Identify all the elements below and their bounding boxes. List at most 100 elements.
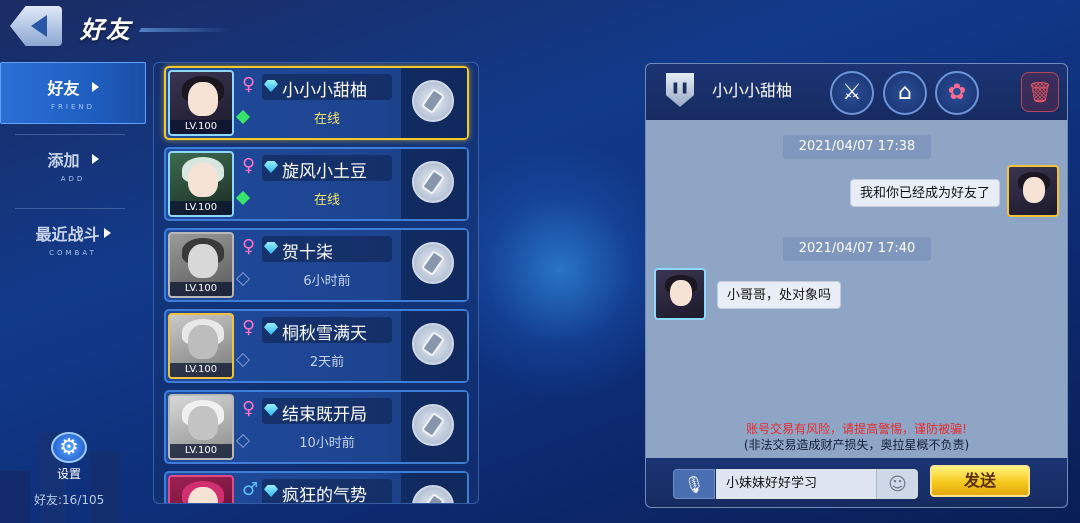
male-icon: ♂ xyxy=(242,479,259,500)
emoji-button[interactable]: ☺ xyxy=(876,469,918,499)
avatar[interactable]: LV.100 xyxy=(168,151,234,217)
friend-row[interactable]: ♂ 疯狂的气势 xyxy=(164,471,469,504)
sidebar-item-add[interactable]: 添加 ADD xyxy=(0,134,146,196)
avatar[interactable]: LV.100 xyxy=(168,232,234,298)
sidebar-item-sublabel: FRIEND xyxy=(50,103,95,111)
message-bubble-incoming: 小哥哥，处对象吗 xyxy=(717,281,842,309)
gift-button[interactable] xyxy=(412,80,454,122)
sidebar-item-combat[interactable]: 最近战斗 COMBAT xyxy=(0,208,146,270)
gift-button[interactable] xyxy=(412,485,454,503)
gift-chip-icon xyxy=(420,168,446,196)
gift-chip-icon xyxy=(420,87,446,115)
pause-shield-icon[interactable]: ❚❚ xyxy=(666,73,694,107)
sidebar: 好友 FRIEND 添加 ADD 最近战斗 COMBAT xyxy=(0,62,146,282)
chat-panel: ❚❚ 小小小甜柚 ⚔ ⌂ ✿ 🗑 2021/04/07 17:38 我和你已经成… xyxy=(645,63,1068,508)
header: 好友 xyxy=(0,0,240,52)
online-indicator-icon xyxy=(235,190,251,206)
level-label: LV.100 xyxy=(170,444,232,458)
sidebar-item-label: 添加 xyxy=(47,151,80,170)
sidebar-item-label: 最近战斗 xyxy=(35,225,100,244)
offline-indicator-icon xyxy=(235,271,251,287)
title-decoration xyxy=(138,28,232,32)
chat-partner-name: 小小小甜柚 xyxy=(712,81,793,100)
back-arrow-icon xyxy=(31,15,47,37)
friend-row[interactable]: LV.100 ♀ 结束既开局 10小时前 xyxy=(164,390,469,464)
friend-status: 在线 xyxy=(313,193,340,208)
female-icon: ♀ xyxy=(242,398,256,419)
message-bubble-outgoing: 我和你已经成为好友了 xyxy=(849,179,1000,207)
gear-icon: ⚙ xyxy=(51,432,87,463)
flower-icon: ✿ xyxy=(947,80,967,105)
send-button[interactable]: 发送 xyxy=(930,465,1030,497)
friend-row[interactable]: LV.100 ♀ 旋风小土豆 在线 xyxy=(164,147,469,221)
online-indicator-icon xyxy=(235,109,251,125)
avatar[interactable]: LV.100 xyxy=(168,70,234,136)
avatar[interactable] xyxy=(168,475,234,503)
friend-row[interactable]: LV.100 ♀ 小小小甜柚 在线 xyxy=(164,66,469,140)
friend-name: 桐秋雪满天 xyxy=(282,324,367,344)
back-button[interactable] xyxy=(10,6,62,46)
partner-avatar[interactable] xyxy=(654,268,706,320)
home-button[interactable]: ⌂ xyxy=(883,71,927,115)
friend-status: 6小时前 xyxy=(303,274,351,289)
flower-button[interactable]: ✿ xyxy=(935,71,979,115)
sidebar-item-label: 好友 xyxy=(47,79,80,98)
mic-icon: 🎙 xyxy=(683,474,705,494)
level-label: LV.100 xyxy=(170,201,232,215)
gift-button[interactable] xyxy=(412,404,454,446)
trash-icon: 🗑 xyxy=(1027,80,1053,104)
gift-button[interactable] xyxy=(412,323,454,365)
emoji-icon: ☺ xyxy=(888,473,907,495)
female-icon: ♀ xyxy=(242,155,256,176)
friend-status: 10小时前 xyxy=(299,436,355,451)
gift-chip-icon xyxy=(420,411,446,439)
warning-note: (非法交易造成财产损失，奥拉星概不负责) xyxy=(743,438,970,452)
offline-indicator-icon xyxy=(235,433,251,449)
avatar[interactable]: LV.100 xyxy=(168,313,234,379)
level-label: LV.100 xyxy=(170,120,232,134)
friend-name: 小小小甜柚 xyxy=(282,81,367,101)
friend-name: 疯狂的气势 xyxy=(282,486,367,504)
friend-name: 旋风小土豆 xyxy=(282,162,367,182)
my-avatar[interactable] xyxy=(1007,165,1059,217)
sidebar-item-friend[interactable]: 好友 FRIEND xyxy=(0,62,146,124)
level-label: LV.100 xyxy=(170,282,232,296)
sidebar-item-sublabel: ADD xyxy=(60,175,86,183)
page-title: 好友 xyxy=(80,16,132,44)
friend-row[interactable]: LV.100 ♀ 桐秋雪满天 2天前 xyxy=(164,309,469,383)
battle-button[interactable]: ⚔ xyxy=(830,71,874,115)
message-timestamp: 2021/04/07 17:38 xyxy=(783,135,931,159)
message-timestamp: 2021/04/07 17:40 xyxy=(783,237,931,261)
chat-header: ❚❚ 小小小甜柚 ⚔ ⌂ ✿ 🗑 xyxy=(646,64,1067,120)
friend-name: 贺十柒 xyxy=(282,243,333,263)
friend-list[interactable]: LV.100 ♀ 小小小甜柚 在线 LV.100 ♀ 旋风小土豆 在线 LV.1… xyxy=(153,62,479,504)
avatar[interactable]: LV.100 xyxy=(168,394,234,460)
chat-input-bar: 🎙 ☺ 发送 xyxy=(646,458,1067,507)
triangle-right-icon xyxy=(91,82,99,92)
friend-count: 好友:16/105 xyxy=(34,493,105,507)
settings-button[interactable]: ⚙ 设置 xyxy=(46,432,92,482)
level-label: LV.100 xyxy=(170,363,232,377)
friend-name: 结束既开局 xyxy=(282,405,367,425)
female-icon: ♀ xyxy=(242,317,256,338)
settings-label: 设置 xyxy=(56,467,81,481)
offline-indicator-icon xyxy=(235,352,251,368)
female-icon: ♀ xyxy=(242,236,256,257)
risk-warning: 账号交易有风险，请提高警惕，谨防被骗! (非法交易造成财产损失，奥拉星概不负责) xyxy=(646,421,1067,453)
chat-input[interactable] xyxy=(716,469,876,499)
crossed-swords-icon: ⚔ xyxy=(842,80,862,105)
voice-button[interactable]: 🎙 xyxy=(673,469,715,499)
gift-chip-icon xyxy=(420,330,446,358)
friend-status: 2天前 xyxy=(309,355,345,370)
triangle-right-icon xyxy=(91,154,99,164)
warning-line: 账号交易有风险，请提高警惕，谨防被骗! xyxy=(746,422,967,436)
female-icon: ♀ xyxy=(242,74,256,95)
gift-button[interactable] xyxy=(412,161,454,203)
delete-chat-button[interactable]: 🗑 xyxy=(1021,72,1059,112)
sidebar-item-sublabel: COMBAT xyxy=(49,249,97,257)
triangle-right-icon xyxy=(103,228,111,238)
house-icon: ⌂ xyxy=(898,80,912,105)
gift-chip-icon xyxy=(420,249,446,277)
friend-row[interactable]: LV.100 ♀ 贺十柒 6小时前 xyxy=(164,228,469,302)
gift-button[interactable] xyxy=(412,242,454,284)
